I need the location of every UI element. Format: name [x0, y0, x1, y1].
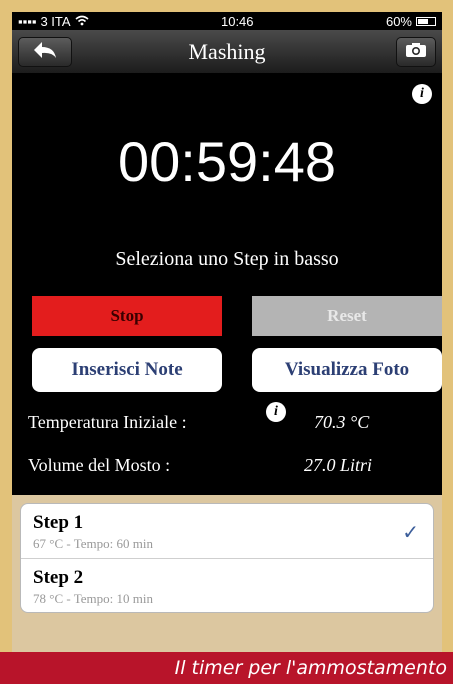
back-button[interactable]	[18, 37, 72, 67]
wort-volume-value: 27.0 Litri	[304, 455, 373, 475]
status-bar: ▪▪▪▪ 3 ITA 10:46 60%	[12, 12, 442, 30]
initial-temperature-value: 70.3 °C	[314, 412, 370, 432]
battery-icon	[416, 16, 436, 26]
wifi-icon	[75, 14, 89, 29]
view-photos-button[interactable]: Visualizza Foto	[252, 348, 442, 392]
step-row[interactable]: Step 1 67 °C - Tempo: 60 min ✓	[21, 504, 433, 558]
step-details: 67 °C - Tempo: 60 min	[33, 536, 153, 551]
status-right: 60%	[386, 14, 436, 29]
reset-button[interactable]: Reset	[252, 296, 442, 336]
battery-percent: 60%	[385, 13, 412, 29]
status-left: ▪▪▪▪ 3 ITA	[18, 14, 89, 29]
mashing-panel: i 00:59:48 Seleziona uno Step in basso S…	[12, 74, 442, 495]
signal-icon: ▪▪▪▪	[18, 13, 37, 29]
step-title: Step 2	[33, 567, 84, 588]
navigation-bar: Mashing	[12, 30, 442, 74]
back-arrow-icon	[32, 41, 58, 64]
page-title: Mashing	[188, 38, 266, 64]
info-icon[interactable]: i	[412, 84, 432, 104]
camera-icon	[405, 42, 427, 63]
add-notes-button[interactable]: Inserisci Note	[32, 348, 222, 392]
camera-button[interactable]	[396, 37, 436, 67]
steps-list: Step 1 67 °C - Tempo: 60 min ✓ Step 2 78…	[20, 503, 434, 613]
carrier-label: 3 ITA	[40, 13, 71, 29]
initial-temperature-label: Temperatura Iniziale :	[28, 412, 187, 432]
phone-screen: ▪▪▪▪ 3 ITA 10:46 60% Mashing i 00:59:48 …	[12, 12, 442, 652]
step-details: 78 °C - Tempo: 10 min	[33, 591, 153, 606]
step-title: Step 1	[33, 512, 84, 533]
step-hint: Seleziona uno Step in basso	[115, 248, 339, 270]
steps-area: Step 1 67 °C - Tempo: 60 min ✓ Step 2 78…	[12, 495, 442, 652]
wort-volume-label: Volume del Mosto :	[28, 455, 171, 475]
step-row[interactable]: Step 2 78 °C - Tempo: 10 min	[21, 558, 433, 612]
stop-button[interactable]: Stop	[32, 296, 222, 336]
checkmark-icon: ✓	[402, 520, 419, 544]
status-time: 10:46	[220, 13, 254, 29]
image-caption: Il timer per l'ammostamento	[0, 652, 453, 684]
temperature-info-icon[interactable]: i	[266, 402, 286, 422]
timer-display: 00:59:48	[118, 130, 336, 193]
